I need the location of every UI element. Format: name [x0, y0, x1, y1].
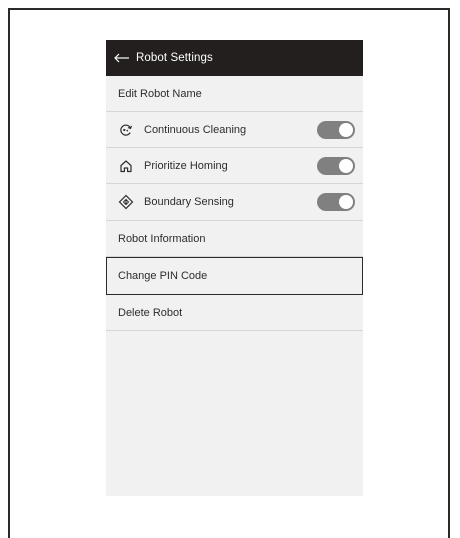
- continuous-cleaning-toggle[interactable]: [317, 120, 355, 139]
- boundary-sensing-item: Boundary Sensing: [106, 184, 363, 221]
- prioritize-homing-toggle[interactable]: [317, 156, 355, 175]
- continuous-cleaning-item: Continuous Cleaning: [106, 112, 363, 148]
- continuous-cleaning-icon: [118, 122, 134, 138]
- toggle-knob: [339, 122, 353, 137]
- boundary-sensing-icon: [118, 194, 134, 210]
- edit-robot-name-label: Edit Robot Name: [118, 87, 202, 100]
- change-pin-code-label: Change PIN Code: [118, 270, 208, 282]
- delete-robot-item[interactable]: Delete Robot: [106, 295, 363, 331]
- arrow-left-icon[interactable]: [114, 51, 130, 65]
- change-pin-code-item[interactable]: Change PIN Code: [106, 257, 363, 295]
- boundary-sensing-label: Boundary Sensing: [144, 196, 234, 208]
- home-icon: [118, 158, 134, 174]
- app-header: Robot Settings: [106, 40, 363, 76]
- prioritize-homing-item: Prioritize Homing: [106, 148, 363, 184]
- robot-information-item[interactable]: Robot Information: [106, 221, 363, 257]
- toggle-knob: [339, 195, 353, 209]
- prioritize-homing-label: Prioritize Homing: [144, 159, 228, 172]
- boundary-sensing-toggle[interactable]: [317, 193, 355, 211]
- edit-robot-name-item[interactable]: Edit Robot Name: [106, 76, 363, 112]
- robot-information-label: Robot Information: [118, 232, 206, 245]
- robot-settings-screen: Robot Settings Edit Robot Name Continuou…: [106, 40, 363, 496]
- page-title: Robot Settings: [136, 52, 213, 64]
- continuous-cleaning-label: Continuous Cleaning: [144, 123, 247, 136]
- delete-robot-label: Delete Robot: [118, 306, 183, 319]
- toggle-knob: [339, 158, 353, 173]
